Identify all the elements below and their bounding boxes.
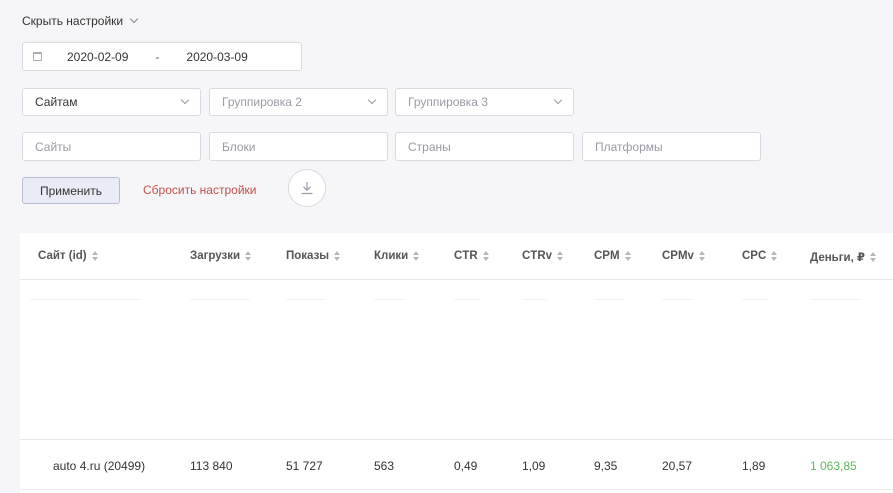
blocks-filter-input[interactable] <box>209 132 388 161</box>
countries-filter-input[interactable] <box>395 132 574 161</box>
placeholder-line <box>286 299 326 300</box>
column-header-site[interactable]: Сайт (id) <box>38 250 98 262</box>
sort-icon <box>245 251 252 261</box>
sort-icon <box>870 252 876 262</box>
chevron-down-icon <box>129 14 139 24</box>
hide-settings-toggle[interactable]: Скрыть настройки <box>22 14 139 28</box>
grouping-3-value: Группировка 3 <box>408 95 488 109</box>
grouping-3-select[interactable]: Группировка 3 <box>395 88 574 116</box>
placeholder-line <box>594 299 624 300</box>
sort-icon <box>557 251 564 261</box>
placeholder-line <box>454 299 479 300</box>
placeholder-line <box>522 299 547 300</box>
column-header-cpmv[interactable]: CPMv <box>662 250 705 262</box>
cell-clicks: 563 <box>374 459 395 473</box>
sort-icon <box>482 251 489 261</box>
date-separator: - <box>155 49 160 64</box>
platforms-filter-input[interactable] <box>582 132 761 161</box>
hide-settings-label: Скрыть настройки <box>22 14 124 28</box>
placeholder-line <box>810 299 860 300</box>
cell-money: 1 063,85 <box>810 459 857 473</box>
download-button[interactable] <box>288 169 326 207</box>
grouping-2-select[interactable]: Группировка 2 <box>209 88 388 116</box>
date-from[interactable]: 2020-02-09 <box>67 50 128 64</box>
placeholder-line <box>374 299 404 300</box>
sort-icon <box>624 251 631 261</box>
stats-table: Сайт (id) Загрузки Показы Клики CTR CTRv… <box>20 233 893 493</box>
date-to[interactable]: 2020-03-09 <box>186 50 247 64</box>
placeholder-line <box>190 299 250 300</box>
cell-cpc: 1,89 <box>742 459 766 473</box>
sort-icon <box>91 251 98 261</box>
column-header-ctrv[interactable]: CTRv <box>522 250 564 262</box>
column-header-loads[interactable]: Загрузки <box>190 250 252 262</box>
column-header-cpm[interactable]: CPM <box>594 250 631 262</box>
column-header-money[interactable]: Деньги, ₽ <box>810 250 876 264</box>
cell-ctr: 0,49 <box>454 459 478 473</box>
sort-icon <box>771 251 778 261</box>
grouping-1-value: Сайтам <box>35 95 78 109</box>
placeholder-line <box>662 299 692 300</box>
calendar-icon <box>33 52 42 61</box>
table-loading-area <box>20 281 893 438</box>
sort-icon <box>413 251 420 261</box>
cell-site: auto 4.ru (20499) <box>53 459 146 473</box>
column-header-ctr[interactable]: CTR <box>454 250 489 262</box>
cell-impressions: 51 727 <box>286 459 323 473</box>
download-icon <box>301 182 313 195</box>
date-range-picker[interactable]: 2020-02-09 - 2020-03-09 <box>22 42 302 71</box>
placeholder-line <box>742 299 767 300</box>
grouping-2-value: Группировка 2 <box>222 95 302 109</box>
table-header: Сайт (id) Загрузки Показы Клики CTR CTRv… <box>20 233 893 280</box>
apply-button[interactable]: Применить <box>22 177 120 204</box>
chevron-down-icon <box>180 95 190 105</box>
grouping-1-select[interactable]: Сайтам <box>22 88 201 116</box>
column-header-cpc[interactable]: CPC <box>742 250 778 262</box>
sort-icon <box>698 251 705 261</box>
placeholder-line <box>30 299 140 300</box>
sites-filter-input[interactable] <box>22 132 201 161</box>
sort-icon <box>334 251 341 261</box>
chevron-down-icon <box>367 95 377 105</box>
cell-loads: 113 840 <box>190 459 233 473</box>
cell-cpm: 9,35 <box>594 459 618 473</box>
table-row[interactable]: auto 4.ru (20499) 113 840 51 727 563 0,4… <box>20 439 893 490</box>
cell-cpmv: 20,57 <box>662 459 693 473</box>
column-header-clicks[interactable]: Клики <box>374 250 420 262</box>
reset-settings-link[interactable]: Сбросить настройки <box>143 183 256 197</box>
column-header-impressions[interactable]: Показы <box>286 250 341 262</box>
cell-ctrv: 1,09 <box>522 459 546 473</box>
chevron-down-icon <box>553 95 563 105</box>
